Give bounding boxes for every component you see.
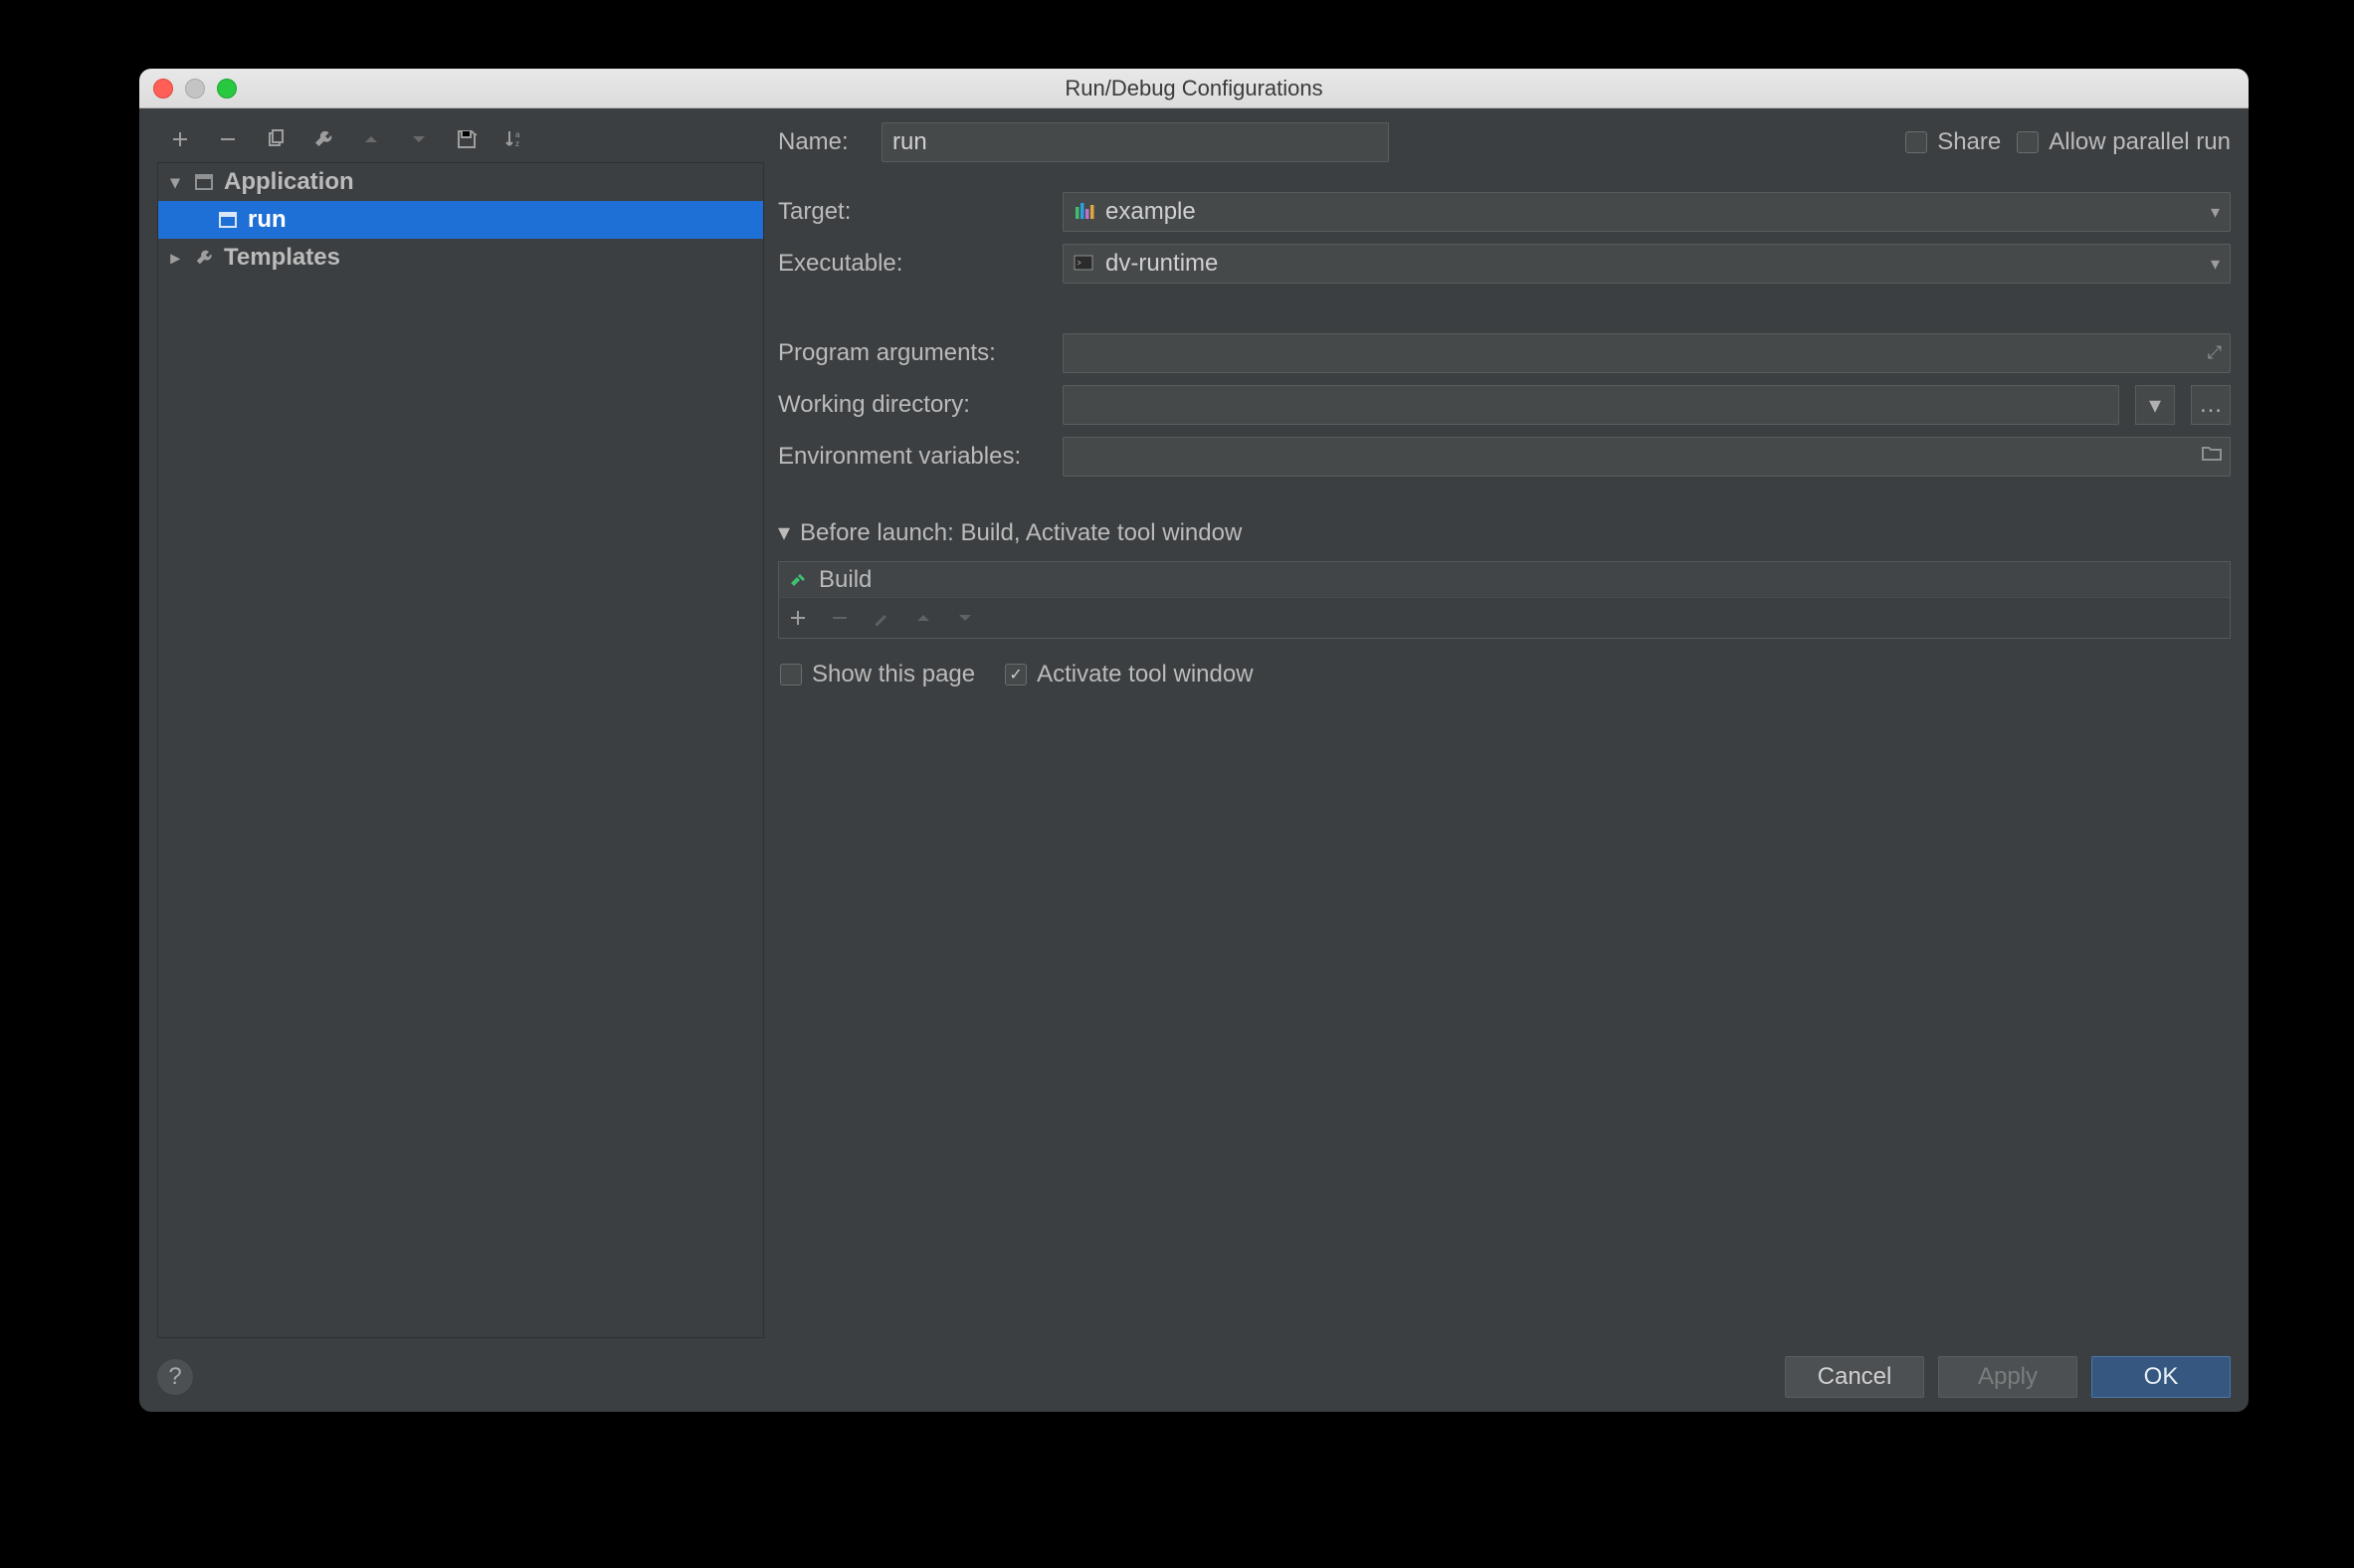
dialog-body: az ▾ Application run ▸ — [139, 108, 2249, 1412]
task-up-button — [912, 607, 934, 629]
name-input-wrap — [882, 122, 1389, 162]
tree-node-templates[interactable]: ▸ Templates — [158, 239, 763, 277]
apply-button: Apply — [1938, 1356, 2077, 1398]
edit-task-button — [871, 607, 892, 629]
chevron-down-icon: ▾ — [2211, 254, 2220, 275]
checkbox-label: Activate tool window — [1037, 661, 1253, 688]
tree-label: run — [248, 206, 287, 234]
tree-label: Application — [224, 168, 354, 196]
wrench-icon — [192, 248, 216, 268]
button-label: Apply — [1978, 1363, 2038, 1391]
before-launch-list: Build — [778, 561, 2231, 639]
sort-alpha-button[interactable]: az — [501, 126, 527, 152]
args-input-wrap: ⤢ — [1063, 333, 2231, 373]
remove-task-button — [829, 607, 851, 629]
wd-label: Working directory: — [778, 391, 1047, 419]
args-input[interactable] — [1074, 339, 2220, 367]
remove-config-button[interactable] — [215, 126, 241, 152]
target-combo[interactable]: example ▾ — [1063, 192, 2231, 232]
svg-text:a: a — [515, 130, 520, 139]
minimize-button[interactable] — [185, 79, 205, 98]
copy-config-button[interactable] — [263, 126, 289, 152]
task-down-button — [954, 607, 976, 629]
wrench-icon[interactable] — [310, 126, 336, 152]
checkbox-label: Show this page — [812, 661, 975, 688]
window-title: Run/Debug Configurations — [139, 76, 2249, 101]
folder-icon[interactable] — [2202, 446, 2222, 462]
executable-combo[interactable]: dv-runtime ▾ — [1063, 244, 2231, 284]
wd-browse-button[interactable]: … — [2191, 385, 2231, 425]
bars-icon — [1074, 201, 1095, 223]
checkbox-box: ✓ — [1005, 664, 1027, 686]
chevron-down-icon: ▾ — [778, 518, 790, 547]
titlebar: Run/Debug Configurations — [139, 69, 2249, 108]
button-label: Cancel — [1818, 1363, 1892, 1391]
wd-input-wrap — [1063, 385, 2119, 425]
move-down-button — [406, 126, 432, 152]
name-label: Name: — [778, 128, 866, 156]
task-toolbar — [779, 598, 2230, 638]
traffic-lights — [153, 79, 237, 98]
add-task-button[interactable] — [787, 607, 809, 629]
task-label: Build — [819, 566, 872, 594]
parallel-checkbox[interactable]: Allow parallel run — [2017, 128, 2231, 156]
show-page-checkbox[interactable]: Show this page — [780, 661, 975, 688]
maximize-button[interactable] — [217, 79, 237, 98]
chevron-right-icon: ▸ — [166, 248, 184, 269]
share-checkbox[interactable]: Share — [1905, 128, 2001, 156]
app-icon — [192, 172, 216, 192]
target-label: Target: — [778, 198, 1047, 226]
sidebar-toolbar: az — [157, 122, 764, 162]
combo-value: dv-runtime — [1105, 250, 1218, 278]
dialog-footer: ? Cancel Apply OK — [157, 1348, 2231, 1398]
chevron-down-icon: ▾ — [2211, 202, 2220, 223]
task-row-build[interactable]: Build — [779, 562, 2230, 598]
add-config-button[interactable] — [167, 126, 193, 152]
checkbox-box — [2017, 131, 2039, 153]
wd-dropdown-button[interactable]: ▾ — [2135, 385, 2175, 425]
before-launch-header[interactable]: ▾ Before launch: Build, Activate tool wi… — [778, 518, 2231, 547]
args-label: Program arguments: — [778, 339, 1047, 367]
expand-icon[interactable]: ⤢ — [2208, 342, 2222, 363]
chevron-down-icon: ▾ — [166, 172, 184, 193]
checkbox-label: Allow parallel run — [2049, 128, 2231, 156]
ok-button[interactable]: OK — [2091, 1356, 2231, 1398]
tree-node-run[interactable]: run — [158, 201, 763, 239]
checkbox-box — [780, 664, 802, 686]
env-input[interactable] — [1074, 443, 2220, 471]
save-config-button[interactable] — [454, 126, 480, 152]
move-up-button — [358, 126, 384, 152]
hammer-icon — [787, 569, 809, 591]
wd-input[interactable] — [1074, 391, 2108, 419]
help-button[interactable]: ? — [157, 1359, 193, 1395]
dialog-window: Run/Debug Configurations az — [139, 69, 2249, 1412]
env-label: Environment variables: — [778, 443, 1047, 471]
tree-label: Templates — [224, 244, 340, 272]
app-icon — [216, 210, 240, 230]
button-label: OK — [2144, 1363, 2179, 1391]
name-input[interactable] — [892, 128, 1378, 156]
executable-label: Executable: — [778, 250, 1047, 278]
svg-text:z: z — [515, 139, 519, 148]
checkbox-label: Share — [1937, 128, 2001, 156]
form-panel: Name: Share Allow parallel run — [778, 122, 2231, 1338]
config-tree[interactable]: ▾ Application run ▸ Templates — [157, 162, 764, 1338]
cancel-button[interactable]: Cancel — [1785, 1356, 1924, 1398]
tree-node-application[interactable]: ▾ Application — [158, 163, 763, 201]
env-input-wrap — [1063, 437, 2231, 477]
close-button[interactable] — [153, 79, 173, 98]
checkbox-box — [1905, 131, 1927, 153]
combo-value: example — [1105, 198, 1196, 226]
section-title: Before launch: Build, Activate tool wind… — [800, 519, 1242, 547]
terminal-icon — [1074, 253, 1095, 275]
sidebar: az ▾ Application run ▸ — [157, 122, 764, 1338]
activate-tool-checkbox[interactable]: ✓ Activate tool window — [1005, 661, 1253, 688]
